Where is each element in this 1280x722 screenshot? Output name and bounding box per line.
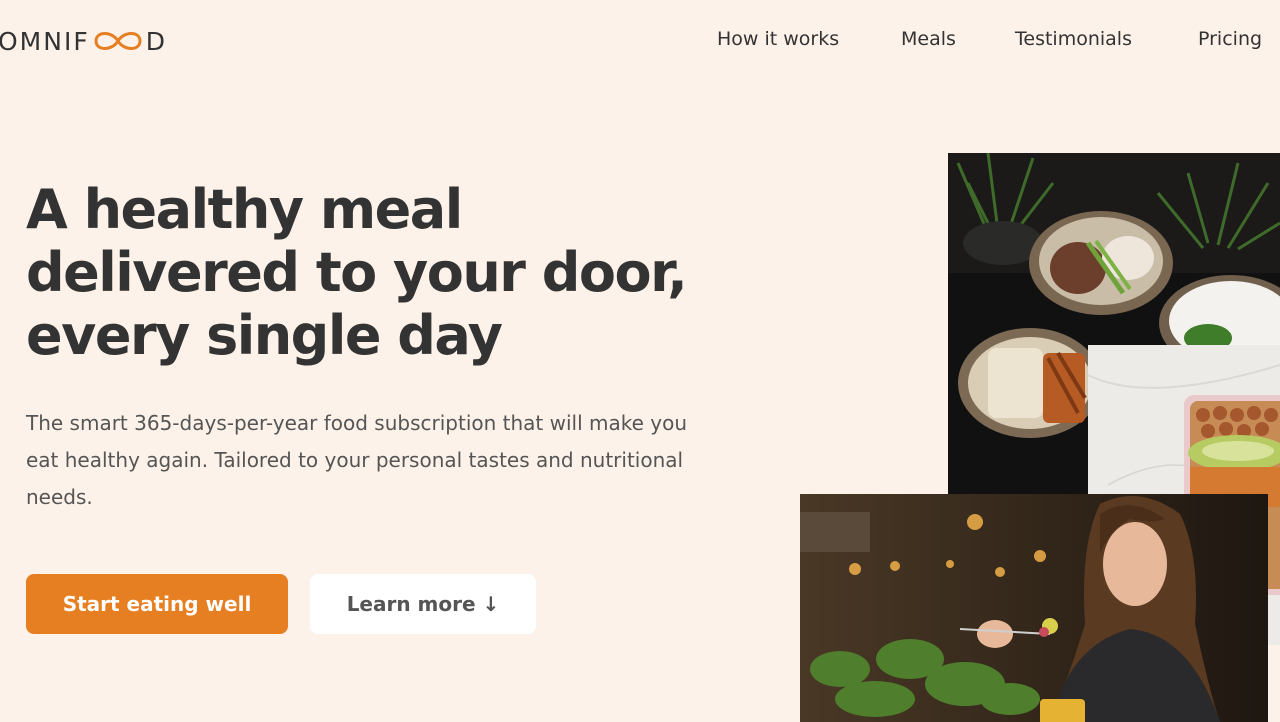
start-eating-well-button[interactable]: Start eating well — [26, 574, 288, 634]
nav-link-pricing[interactable]: Pricing — [1198, 28, 1262, 50]
site-header: OMNIF D How it works Meals Testimonials … — [0, 0, 1280, 80]
logo-text-prefix: OMNIF — [0, 26, 90, 56]
infinity-icon — [94, 32, 142, 50]
hero-description: The smart 365-days-per-year food subscri… — [26, 411, 688, 509]
nav-link-testimonials[interactable]: Testimonials — [1015, 28, 1132, 50]
learn-more-button[interactable]: Learn more ↓ — [310, 574, 536, 634]
omnifood-logo[interactable]: OMNIF D — [0, 26, 167, 56]
nav-link-how-it-works[interactable]: How it works — [717, 28, 839, 50]
nav-link-meals[interactable]: Meals — [901, 28, 956, 50]
woman-eating-photo — [800, 494, 1268, 722]
logo-text-suffix: D — [145, 26, 167, 56]
hero-title: A healthy meal delivered to your door, e… — [26, 178, 688, 367]
